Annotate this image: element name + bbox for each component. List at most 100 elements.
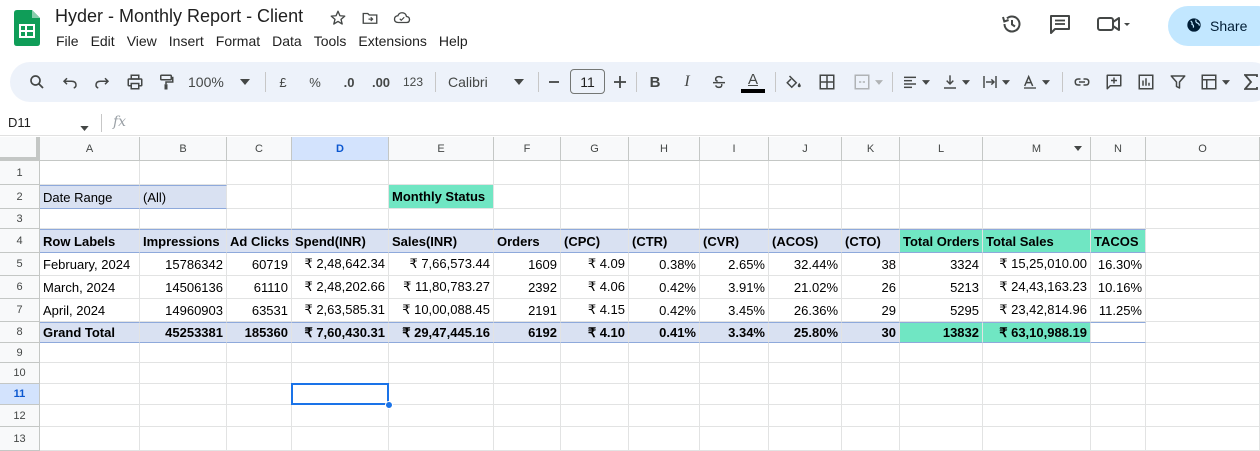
- cell-n6[interactable]: 10.16%: [1091, 276, 1146, 299]
- strikethrough-icon[interactable]: [708, 62, 730, 102]
- cell-n9[interactable]: [1091, 343, 1146, 363]
- cell-o11[interactable]: [1146, 384, 1260, 405]
- cell-f4[interactable]: Orders: [494, 229, 561, 253]
- column-header-f[interactable]: F: [494, 137, 561, 161]
- cell-f3[interactable]: [494, 209, 561, 229]
- paint-format-icon[interactable]: [154, 62, 178, 102]
- cell-b11[interactable]: [140, 384, 227, 405]
- filter-icon[interactable]: [1166, 62, 1190, 102]
- cell-e11[interactable]: [389, 384, 494, 405]
- formula-input[interactable]: [140, 115, 1240, 131]
- borders-icon[interactable]: [816, 62, 838, 102]
- cell-d8[interactable]: ₹ 7,60,430.31: [292, 322, 389, 343]
- column-menu-chevron-icon[interactable]: [1074, 146, 1082, 151]
- cell-d9[interactable]: [292, 343, 389, 363]
- cell-m9[interactable]: [983, 343, 1091, 363]
- cell-g10[interactable]: [561, 363, 629, 384]
- cell-a2[interactable]: Date Range: [40, 185, 140, 209]
- cell-j5[interactable]: 32.44%: [769, 253, 842, 276]
- cell-n3[interactable]: [1091, 209, 1146, 229]
- cell-g12[interactable]: [561, 405, 629, 427]
- cell-n12[interactable]: [1091, 405, 1146, 427]
- cell-c9[interactable]: [227, 343, 292, 363]
- cell-a8[interactable]: Grand Total: [40, 322, 140, 343]
- spreadsheet-grid[interactable]: ABCDEFGHIJKLMNO 1 2 3 4 5 6 7 8 9 10 11 12 13 Date R…: [0, 137, 1260, 451]
- column-header-g[interactable]: G: [561, 137, 629, 161]
- cell-d7[interactable]: ₹ 2,63,585.31: [292, 299, 389, 322]
- cell-a4[interactable]: Row Labels: [40, 229, 140, 253]
- cell-f8[interactable]: 6192: [494, 322, 561, 343]
- cell-h13[interactable]: [629, 427, 700, 451]
- cell-h12[interactable]: [629, 405, 700, 427]
- cell-f9[interactable]: [494, 343, 561, 363]
- cell-h1[interactable]: [629, 161, 700, 185]
- cell-m2[interactable]: [983, 185, 1091, 209]
- cell-k6[interactable]: 26: [842, 276, 900, 299]
- cell-f13[interactable]: [494, 427, 561, 451]
- cell-k13[interactable]: [842, 427, 900, 451]
- cell-a7[interactable]: April, 2024: [40, 299, 140, 322]
- cell-d1[interactable]: [292, 161, 389, 185]
- column-header-j[interactable]: J: [769, 137, 842, 161]
- cell-g1[interactable]: [561, 161, 629, 185]
- cloud-status-icon[interactable]: [392, 8, 412, 28]
- cell-e12[interactable]: [389, 405, 494, 427]
- cell-f5[interactable]: 1609: [494, 253, 561, 276]
- cell-e9[interactable]: [389, 343, 494, 363]
- menu-view[interactable]: View: [127, 33, 163, 49]
- cell-g7[interactable]: ₹ 4.15: [561, 299, 629, 322]
- cell-b13[interactable]: [140, 427, 227, 451]
- filter-views-icon[interactable]: [1196, 62, 1234, 102]
- menu-edit[interactable]: Edit: [91, 33, 121, 49]
- cell-h6[interactable]: 0.42%: [629, 276, 700, 299]
- cell-c5[interactable]: 60719: [227, 253, 292, 276]
- cell-k11[interactable]: [842, 384, 900, 405]
- cell-g11[interactable]: [561, 384, 629, 405]
- cell-l11[interactable]: [900, 384, 983, 405]
- cell-a1[interactable]: [40, 161, 140, 185]
- cell-i6[interactable]: 3.91%: [700, 276, 769, 299]
- cell-i10[interactable]: [700, 363, 769, 384]
- cell-m1[interactable]: [983, 161, 1091, 185]
- cell-f12[interactable]: [494, 405, 561, 427]
- insert-comment-icon[interactable]: [1102, 62, 1126, 102]
- row-header-4[interactable]: 4: [0, 229, 40, 253]
- column-header-a[interactable]: A: [40, 137, 140, 161]
- cell-d2[interactable]: [292, 185, 389, 209]
- cell-d5[interactable]: ₹ 2,48,642.34: [292, 253, 389, 276]
- cell-a13[interactable]: [40, 427, 140, 451]
- sheets-logo-icon[interactable]: [14, 10, 40, 46]
- cell-c2[interactable]: [227, 185, 292, 209]
- bold-button[interactable]: B: [644, 62, 666, 102]
- cell-h11[interactable]: [629, 384, 700, 405]
- cell-j3[interactable]: [769, 209, 842, 229]
- cell-a10[interactable]: [40, 363, 140, 384]
- cell-f2[interactable]: [494, 185, 561, 209]
- cell-g2[interactable]: [561, 185, 629, 209]
- cell-a12[interactable]: [40, 405, 140, 427]
- cell-k9[interactable]: [842, 343, 900, 363]
- cell-g6[interactable]: ₹ 4.06: [561, 276, 629, 299]
- cell-k12[interactable]: [842, 405, 900, 427]
- cell-h3[interactable]: [629, 209, 700, 229]
- cell-k10[interactable]: [842, 363, 900, 384]
- menu-format[interactable]: Format: [216, 33, 266, 49]
- insert-link-icon[interactable]: [1070, 62, 1094, 102]
- cell-l4[interactable]: Total Orders: [900, 229, 983, 253]
- cell-l5[interactable]: 3324: [900, 253, 983, 276]
- merge-cells-icon[interactable]: [850, 62, 886, 102]
- cell-f6[interactable]: 2392: [494, 276, 561, 299]
- font-size-input[interactable]: 11: [570, 69, 605, 94]
- menu-file[interactable]: File: [56, 33, 85, 49]
- cell-l3[interactable]: [900, 209, 983, 229]
- meet-icon[interactable]: [1096, 12, 1132, 36]
- column-header-n[interactable]: N: [1091, 137, 1146, 161]
- cell-b1[interactable]: [140, 161, 227, 185]
- more-formats-button[interactable]: 123: [400, 62, 426, 102]
- font-family-select[interactable]: Calibri: [446, 62, 526, 102]
- cell-b5[interactable]: 15786342: [140, 253, 227, 276]
- cell-o4[interactable]: [1146, 229, 1260, 253]
- fill-color-icon[interactable]: [782, 62, 806, 102]
- column-header-d[interactable]: D: [292, 137, 389, 161]
- cell-g8[interactable]: ₹ 4.10: [561, 322, 629, 343]
